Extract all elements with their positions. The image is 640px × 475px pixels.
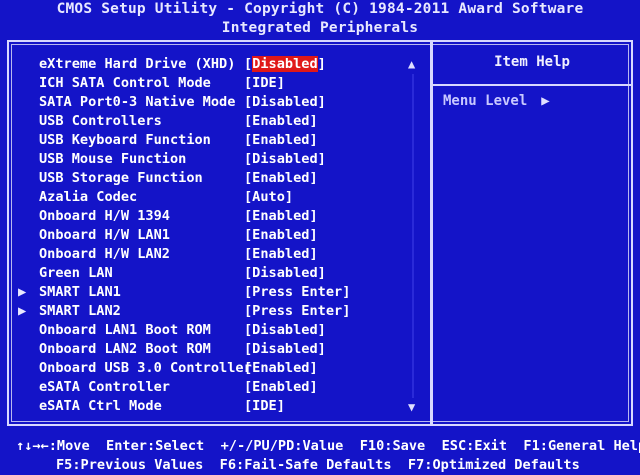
setting-value[interactable]: [Disabled] bbox=[244, 93, 326, 112]
setting-value[interactable]: [Enabled] bbox=[244, 112, 318, 131]
setting-label: USB Mouse Function bbox=[39, 151, 187, 167]
setting-onboard-lan2[interactable]: Onboard H/W LAN2 [Enabled] bbox=[18, 245, 418, 264]
setting-usb3-controller[interactable]: Onboard USB 3.0 Controller [Enabled] bbox=[18, 359, 418, 378]
setting-smart-lan2[interactable]: ▶ SMART LAN2 [Press Enter] bbox=[18, 302, 418, 321]
scrollbar-track[interactable] bbox=[412, 74, 414, 398]
setting-value[interactable]: [Enabled] bbox=[244, 359, 318, 378]
setting-esata-controller[interactable]: eSATA Controller [Enabled] bbox=[18, 378, 418, 397]
setting-green-lan[interactable]: Green LAN [Disabled] bbox=[18, 264, 418, 283]
setting-label: Onboard H/W LAN2 bbox=[39, 246, 170, 262]
help-separator bbox=[433, 84, 631, 86]
setting-label: Onboard H/W LAN1 bbox=[39, 227, 170, 243]
setting-label: eSATA Ctrl Mode bbox=[39, 398, 162, 414]
setting-value[interactable]: [Disabled] bbox=[244, 321, 326, 340]
setting-label: Onboard H/W 1394 bbox=[39, 208, 170, 224]
setting-value[interactable]: [Enabled] bbox=[244, 207, 318, 226]
setting-onboard-lan1[interactable]: Onboard H/W LAN1 [Enabled] bbox=[18, 226, 418, 245]
page-title: Integrated Peripherals bbox=[221, 20, 419, 36]
setting-label: SMART LAN1 bbox=[39, 284, 121, 300]
setting-value[interactable]: [Enabled] bbox=[244, 378, 318, 397]
menu-level-arrow-icon: ▶ bbox=[541, 93, 550, 109]
setting-label: Azalia Codec bbox=[39, 189, 138, 205]
setting-value[interactable]: [Auto] bbox=[244, 188, 293, 207]
header: CMOS Setup Utility - Copyright (C) 1984-… bbox=[0, 0, 640, 38]
setting-xhd[interactable]: eXtreme Hard Drive (XHD) [Disabled] bbox=[18, 55, 418, 74]
setting-value[interactable]: [Press Enter] bbox=[244, 302, 350, 321]
setting-value[interactable]: [Press Enter] bbox=[244, 283, 350, 302]
menu-level-label: Menu Level bbox=[443, 93, 528, 109]
footer-keys-line1: ↑↓→←:Move Enter:Select +/-/PU/PD:Value F… bbox=[16, 438, 640, 454]
scroll-down-icon[interactable]: ▼ bbox=[408, 400, 415, 414]
setting-value[interactable]: [Enabled] bbox=[244, 245, 318, 264]
setting-usb-controllers[interactable]: USB Controllers [Enabled] bbox=[18, 112, 418, 131]
setting-usb-mouse[interactable]: USB Mouse Function [Disabled] bbox=[18, 150, 418, 169]
submenu-arrow-icon: ▶ bbox=[18, 284, 27, 300]
setting-value[interactable]: [Disabled] bbox=[244, 55, 326, 74]
setting-label: USB Controllers bbox=[39, 113, 162, 129]
setting-value[interactable]: [Enabled] bbox=[244, 169, 318, 188]
setting-lan2-boot-rom[interactable]: Onboard LAN2 Boot ROM [Disabled] bbox=[18, 340, 418, 359]
setting-value[interactable]: [Disabled] bbox=[244, 150, 326, 169]
setting-label: eSATA Controller bbox=[39, 379, 170, 395]
setting-value[interactable]: [Disabled] bbox=[244, 264, 326, 283]
setting-label: Onboard LAN2 Boot ROM bbox=[39, 341, 211, 357]
setting-value[interactable]: [Disabled] bbox=[244, 340, 326, 359]
setting-usb-storage[interactable]: USB Storage Function [Enabled] bbox=[18, 169, 418, 188]
submenu-arrow-icon: ▶ bbox=[18, 303, 27, 319]
settings-list: eXtreme Hard Drive (XHD) [Disabled] ICH … bbox=[18, 55, 418, 416]
selected-value-highlight: Disabled bbox=[252, 56, 318, 72]
setting-value[interactable]: [Enabled] bbox=[244, 131, 318, 150]
menu-level: Menu Level ▶ bbox=[443, 93, 550, 109]
setting-lan1-boot-rom[interactable]: Onboard LAN1 Boot ROM [Disabled] bbox=[18, 321, 418, 340]
setting-value[interactable]: [Enabled] bbox=[244, 226, 318, 245]
utility-title: CMOS Setup Utility - Copyright (C) 1984-… bbox=[56, 1, 584, 17]
setting-label: Green LAN bbox=[39, 265, 113, 281]
setting-value[interactable]: [IDE] bbox=[244, 397, 285, 416]
setting-label: USB Storage Function bbox=[39, 170, 203, 186]
item-help-title: Item Help bbox=[494, 54, 570, 70]
setting-label: eXtreme Hard Drive (XHD) bbox=[39, 56, 236, 72]
setting-value[interactable]: [IDE] bbox=[244, 74, 285, 93]
setting-smart-lan1[interactable]: ▶ SMART LAN1 [Press Enter] bbox=[18, 283, 418, 302]
setting-label: SATA Port0-3 Native Mode bbox=[39, 94, 236, 110]
setting-sata-native-mode[interactable]: SATA Port0-3 Native Mode [Disabled] bbox=[18, 93, 418, 112]
setting-onboard-1394[interactable]: Onboard H/W 1394 [Enabled] bbox=[18, 207, 418, 226]
setting-label: USB Keyboard Function bbox=[39, 132, 211, 148]
scroll-up-icon[interactable]: ▲ bbox=[408, 57, 415, 71]
setting-esata-ctrl-mode[interactable]: eSATA Ctrl Mode [IDE] bbox=[18, 397, 418, 416]
setting-ich-sata-mode[interactable]: ICH SATA Control Mode [IDE] bbox=[18, 74, 418, 93]
setting-label: Onboard LAN1 Boot ROM bbox=[39, 322, 211, 338]
setting-label: Onboard USB 3.0 Controller bbox=[39, 360, 252, 376]
setting-azalia-codec[interactable]: Azalia Codec [Auto] bbox=[18, 188, 418, 207]
setting-usb-keyboard[interactable]: USB Keyboard Function [Enabled] bbox=[18, 131, 418, 150]
panel-divider bbox=[430, 40, 433, 426]
footer-keys-line2: F5:Previous Values F6:Fail-Safe Defaults… bbox=[56, 457, 580, 473]
setting-label: SMART LAN2 bbox=[39, 303, 121, 319]
setting-label: ICH SATA Control Mode bbox=[39, 75, 211, 91]
